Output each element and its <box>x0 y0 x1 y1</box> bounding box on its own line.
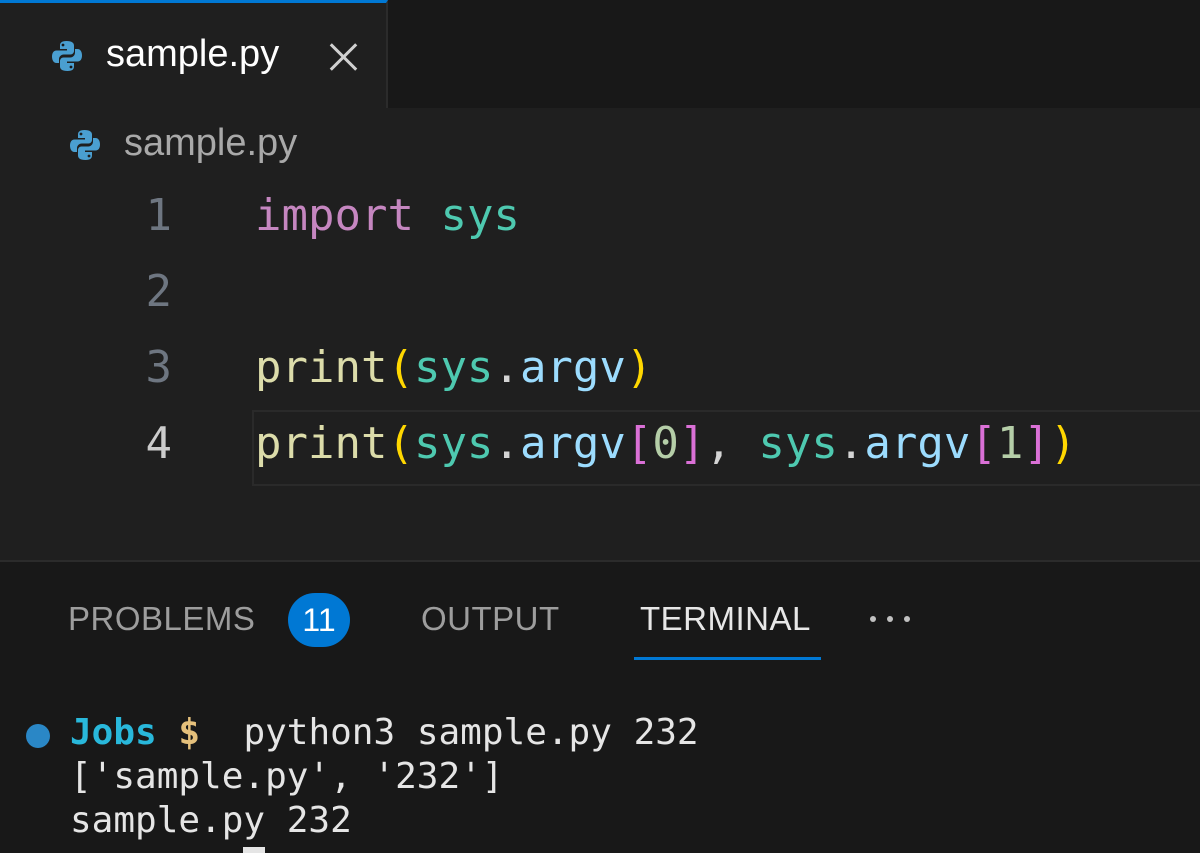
keyword-token: import <box>255 190 414 241</box>
terminal-cursor <box>243 847 265 853</box>
command-status-dot-icon[interactable] <box>26 724 50 748</box>
code-line[interactable]: 1 import sys <box>0 180 1200 256</box>
python-icon <box>68 128 102 166</box>
module-token: sys <box>413 342 494 393</box>
code-line[interactable]: 3 print(sys.argv) <box>0 332 1200 408</box>
terminal-command: python3 sample.py 232 <box>243 712 699 753</box>
code-editor[interactable]: 1 import sys 2 3 print(sys.argv) 4 print… <box>0 180 1200 560</box>
module-token: sys <box>440 190 520 241</box>
more-icon[interactable] <box>868 604 912 634</box>
python-icon <box>50 39 84 77</box>
code-text: print(sys.argv[0], sys.argv[1]) <box>255 418 1076 469</box>
number-token: 1 <box>996 418 1024 469</box>
code-line[interactable]: 2 <box>0 256 1200 332</box>
terminal-output-line: sample.py 232 <box>70 800 352 841</box>
tab-title: sample.py <box>106 33 280 75</box>
attribute-token: argv <box>519 342 626 393</box>
line-number: 2 <box>145 266 173 317</box>
dot-token: . <box>837 418 865 469</box>
tab-sample-py[interactable]: sample.py <box>0 0 388 108</box>
active-tab-indicator <box>634 657 821 660</box>
bracket-token: [ <box>625 418 653 469</box>
bracket-token: ] <box>678 418 706 469</box>
module-token: sys <box>758 418 838 469</box>
bracket-token: ] <box>1023 418 1050 469</box>
bracket-token: ( <box>387 342 414 393</box>
terminal-command-line: Jobs $ python3 sample.py 232 <box>70 712 699 753</box>
dot-token: . <box>493 342 520 393</box>
tab-problems[interactable]: PROBLEMS <box>68 600 255 638</box>
function-token: print <box>255 342 388 393</box>
bracket-token: ( <box>387 418 414 469</box>
bottom-panel: PROBLEMS 11 OUTPUT TERMINAL Jobs $ pytho… <box>0 560 1200 853</box>
function-token: print <box>255 418 388 469</box>
terminal-output-line: ['sample.py', '232'] <box>70 756 504 797</box>
line-number: 3 <box>145 342 173 393</box>
code-text: print(sys.argv) <box>255 342 652 393</box>
comma-token: , <box>705 418 759 469</box>
bracket-token: [ <box>970 418 997 469</box>
code-text: import sys <box>255 190 520 241</box>
bracket-token: ) <box>625 342 653 393</box>
tab-terminal[interactable]: TERMINAL <box>640 600 811 638</box>
tab-output[interactable]: OUTPUT <box>421 600 560 638</box>
bracket-token: ) <box>1049 418 1077 469</box>
module-token: sys <box>413 418 494 469</box>
editor-tab-bar: sample.py <box>0 0 1200 108</box>
line-number: 1 <box>145 190 173 241</box>
close-icon[interactable] <box>326 39 360 73</box>
prompt-symbol: $ <box>178 712 201 753</box>
attribute-token: argv <box>519 418 626 469</box>
breadcrumb-file-label: sample.py <box>124 122 298 164</box>
line-number: 4 <box>145 418 173 469</box>
code-line-current[interactable]: 4 print(sys.argv[0], sys.argv[1]) <box>0 408 1200 486</box>
prompt-directory: Jobs <box>70 712 157 753</box>
attribute-token: argv <box>864 418 971 469</box>
dot-token: . <box>493 418 520 469</box>
problems-count-badge: 11 <box>288 593 350 647</box>
number-token: 0 <box>652 418 679 469</box>
